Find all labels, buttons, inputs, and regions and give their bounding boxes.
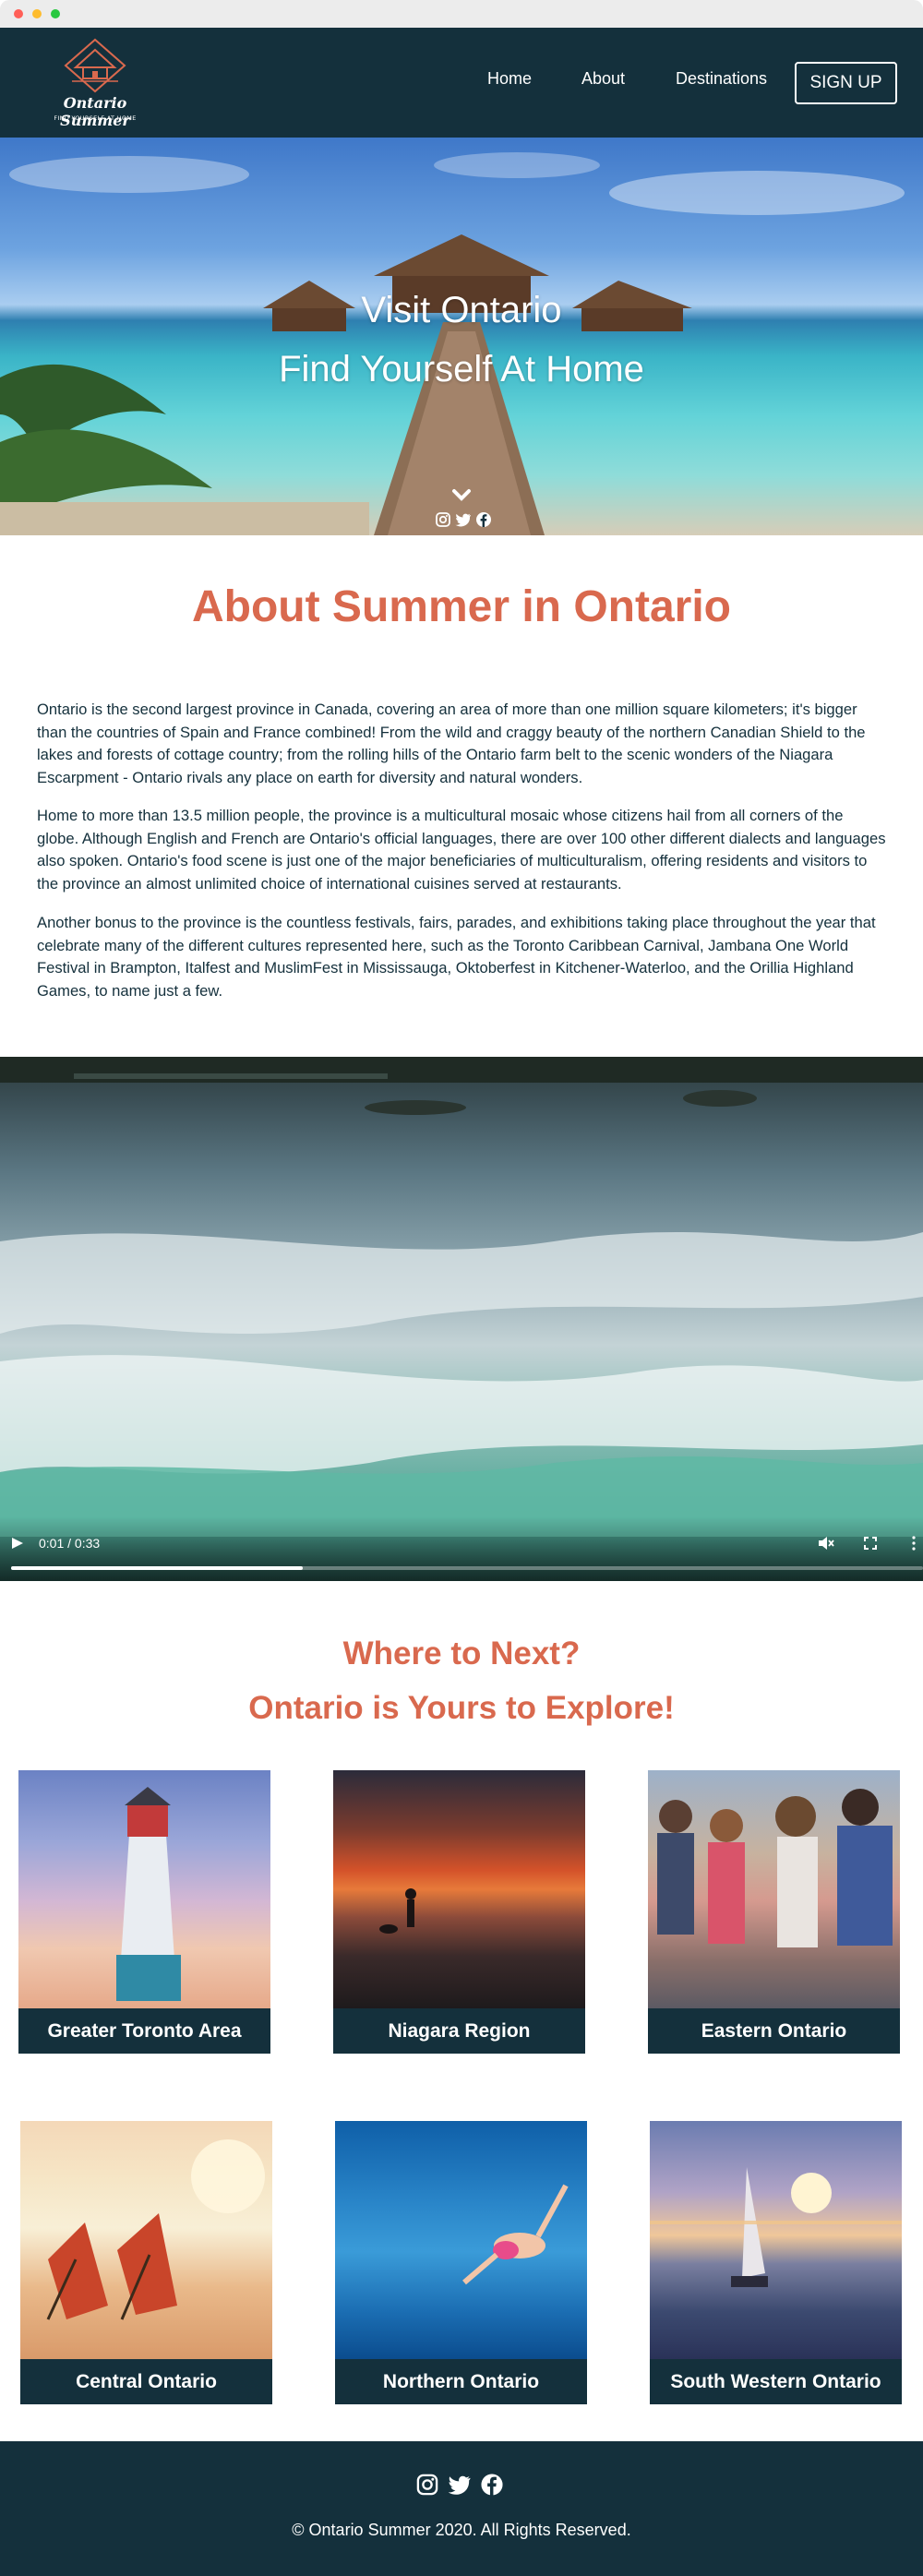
destination-card-south-western[interactable]: South Western Ontario xyxy=(650,2121,902,2404)
instagram-icon[interactable] xyxy=(415,2473,439,2497)
destination-card-central[interactable]: Central Ontario xyxy=(20,2121,272,2404)
destination-card-greater-toronto[interactable]: Greater Toronto Area xyxy=(18,1770,270,2054)
logo-title: Ontario Summer xyxy=(60,94,130,129)
browser-chrome xyxy=(0,0,923,28)
minimize-window-button[interactable] xyxy=(32,9,42,18)
lighthouse-photo xyxy=(18,1770,270,2008)
video-player[interactable]: 0:01 / 0:33 xyxy=(0,1057,923,1581)
hero-social-links xyxy=(435,511,492,530)
navbar: Ontario Summer FIND YOURSELF AT HOME Hom… xyxy=(0,28,923,138)
sign-up-button[interactable]: SIGN UP xyxy=(795,62,897,104)
video-time: 0:01 / 0:33 xyxy=(39,1536,101,1551)
more-options-icon[interactable] xyxy=(911,1536,917,1551)
video-controls: 0:01 / 0:33 xyxy=(0,1516,923,1581)
video-progress-fill xyxy=(11,1566,304,1570)
card-label: Northern Ontario xyxy=(335,2359,587,2404)
beach-sunset-photo xyxy=(333,1770,585,2008)
about-heading: About Summer in Ontario xyxy=(191,582,731,631)
close-window-button[interactable] xyxy=(14,9,23,18)
destination-card-eastern[interactable]: Eastern Ontario xyxy=(648,1770,900,2054)
about-paragraph-2: Home to more than 13.5 million people, t… xyxy=(37,807,886,893)
twitter-icon[interactable] xyxy=(455,511,472,528)
copyright-text: © Ontario Summer 2020. All Rights Reserv… xyxy=(292,2521,631,2539)
logo-cabin-icon xyxy=(64,38,126,93)
about-paragraph-1: Ontario is the second largest province i… xyxy=(37,701,866,786)
destinations-subheading: Ontario is Yours to Explore! xyxy=(248,1690,675,1726)
site-footer: © Ontario Summer 2020. All Rights Reserv… xyxy=(0,2441,923,2576)
destination-card-niagara[interactable]: Niagara Region xyxy=(333,1770,585,2054)
destination-card-northern[interactable]: Northern Ontario xyxy=(335,2121,587,2404)
video-frame xyxy=(0,1057,923,1537)
video-progress-bar[interactable] xyxy=(11,1566,923,1570)
facebook-icon[interactable] xyxy=(475,511,492,528)
play-icon[interactable] xyxy=(11,1537,24,1550)
facebook-icon[interactable] xyxy=(480,2473,504,2497)
card-label: Central Ontario xyxy=(20,2359,272,2404)
maximize-window-button[interactable] xyxy=(51,9,60,18)
instagram-icon[interactable] xyxy=(435,511,451,528)
footer-social-links xyxy=(415,2473,508,2497)
chevron-down-icon[interactable] xyxy=(451,488,472,503)
fullscreen-icon[interactable] xyxy=(864,1537,877,1550)
swimmer-photo xyxy=(335,2121,587,2359)
beach-chairs-photo xyxy=(20,2121,272,2359)
hero-subtitle: Find Yourself At Home xyxy=(279,349,644,389)
hero-banner: Visit Ontario Find Yourself At Home xyxy=(0,138,923,535)
about-paragraph-3: Another bonus to the province is the cou… xyxy=(37,914,876,1000)
logo-tagline: FIND YOURSELF AT HOME xyxy=(54,114,137,122)
sailboat-photo xyxy=(650,2121,902,2359)
card-label: Niagara Region xyxy=(333,2008,585,2054)
card-label: Greater Toronto Area xyxy=(18,2008,270,2054)
friends-photo xyxy=(648,1770,900,2008)
card-label: South Western Ontario xyxy=(650,2359,902,2404)
nav-link-about[interactable]: About xyxy=(581,69,625,89)
card-label: Eastern Ontario xyxy=(648,2008,900,2054)
twitter-icon[interactable] xyxy=(448,2473,472,2497)
nav-link-destinations[interactable]: Destinations xyxy=(676,69,767,89)
destinations-heading: Where to Next? xyxy=(342,1635,581,1671)
mute-icon[interactable] xyxy=(818,1536,834,1551)
hero-title: Visit Ontario xyxy=(361,290,562,330)
site-logo[interactable]: Ontario Summer FIND YOURSELF AT HOME xyxy=(37,37,153,129)
nav-link-home[interactable]: Home xyxy=(487,69,532,89)
